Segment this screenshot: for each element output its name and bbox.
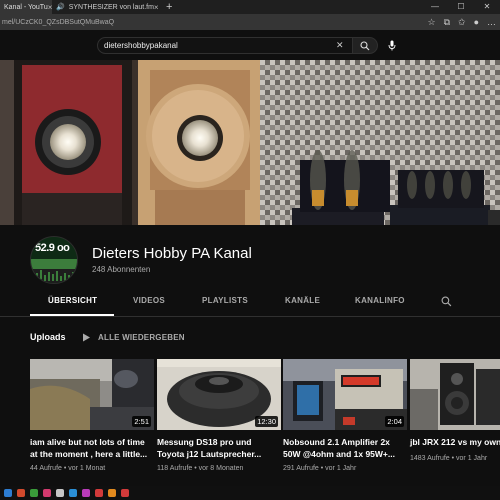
video-meta: 44 Aufrufe • vor 1 Monat	[30, 465, 106, 472]
app-icon[interactable]	[69, 489, 77, 497]
thumbnail-image	[410, 359, 500, 430]
address-bar[interactable]: mel/UCzCK0_QZsDBSutQMuBwaQ	[0, 14, 500, 30]
menu-dots-icon[interactable]: …	[487, 17, 496, 27]
tab-channels[interactable]: KANÄLE	[285, 296, 320, 305]
search-button[interactable]	[352, 37, 378, 54]
video-title-line: Messung DS18 pro und	[157, 437, 252, 447]
channel-name: Dieters Hobby PA Kanal	[92, 245, 252, 262]
subscriber-count: 248 Abonnenten	[92, 265, 151, 274]
browser-tab-youtube[interactable]: Kanal - YouTu ×	[0, 0, 52, 14]
video-title[interactable]: jbl JRX 212 vs my own b	[410, 436, 500, 448]
tab-about[interactable]: KANALINFO	[355, 296, 405, 305]
maximize-button[interactable]: ☐	[448, 0, 474, 14]
video-title-line: Toyota j12 Lautsprecher...	[157, 449, 262, 459]
app-icon[interactable]	[17, 489, 25, 497]
video-title-line: Nobsound 2.1 Amplifier 2x	[283, 437, 390, 447]
app-icon[interactable]	[95, 489, 103, 497]
collections-icon[interactable]: ⧉	[444, 17, 450, 28]
window-controls: — ☐ ✕	[422, 0, 500, 14]
microphone-icon	[388, 40, 396, 51]
toolbar-icons: ☆ ⧉ ✩ ● …	[428, 14, 497, 30]
channel-search-button[interactable]	[441, 294, 452, 312]
browser-tab-synthesizer[interactable]: 🔊 SYNTHESIZER von laut.fm ×	[52, 0, 162, 14]
search-icon	[360, 40, 370, 50]
video-thumbnail[interactable]: 2:04	[283, 359, 407, 430]
video-meta: 291 Aufrufe • vor 1 Jahr	[283, 465, 357, 472]
video-title-line: 50W @4ohm and 1x 95W+...	[283, 449, 395, 459]
video-meta: 118 Aufrufe • vor 8 Monaten	[157, 465, 244, 472]
minimize-button[interactable]: —	[422, 0, 448, 14]
firefox-icon[interactable]	[108, 489, 116, 497]
search-icon	[441, 296, 452, 307]
clear-search-icon[interactable]: ✕	[336, 37, 344, 54]
video-title-line: jbl JRX 212 vs my own b	[410, 437, 500, 447]
channel-avatar[interactable]: 52.9 oo	[30, 236, 78, 284]
browser-window: Kanal - YouTu × 🔊 SYNTHESIZER von laut.f…	[0, 0, 500, 500]
video-duration: 2:51	[132, 416, 151, 427]
app-icon[interactable]	[43, 489, 51, 497]
video-duration: 2:04	[385, 416, 404, 427]
play-all-button[interactable]: ALLE WIEDERGEBEN	[98, 333, 185, 342]
app-icon[interactable]	[56, 489, 64, 497]
app-icon[interactable]	[30, 489, 38, 497]
favorites-icon[interactable]: ✩	[458, 17, 466, 28]
address-text: mel/UCzCK0_QZsDBSutQMuBwaQ	[2, 18, 115, 26]
video-title-line: at the moment , here a little...	[30, 449, 148, 459]
tab-title: Kanal - YouTu	[4, 3, 48, 11]
app-icon[interactable]	[121, 489, 129, 497]
app-icon[interactable]	[82, 489, 90, 497]
channel-banner	[0, 60, 500, 225]
tabs-divider	[0, 316, 500, 317]
favorite-star-icon[interactable]: ☆	[428, 17, 436, 28]
video-thumbnail[interactable]: 12:30	[157, 359, 281, 430]
video-title[interactable]: Nobsound 2.1 Amplifier 2x 50W @4ohm and …	[283, 436, 395, 460]
voice-search-button[interactable]	[384, 37, 400, 54]
video-title[interactable]: Messung DS18 pro und Toyota j12 Lautspre…	[157, 436, 261, 460]
video-duration: 12:30	[255, 416, 278, 427]
taskbar	[0, 486, 500, 500]
speaker-icon[interactable]: 🔊	[56, 3, 65, 11]
search-input[interactable]: dietershobbypakanal	[97, 37, 353, 54]
banner-image	[0, 60, 500, 225]
windows-start-icon[interactable]	[4, 489, 12, 497]
avatar-text: 52.9 oo	[35, 242, 70, 254]
play-icon[interactable]	[82, 333, 91, 342]
video-thumbnail[interactable]: 2:51	[30, 359, 154, 430]
tab-playlists[interactable]: PLAYLISTS	[202, 296, 248, 305]
profile-icon[interactable]: ●	[474, 17, 479, 27]
tab-overview[interactable]: ÜBERSICHT	[48, 296, 97, 305]
close-icon[interactable]: ×	[154, 3, 159, 12]
new-tab-button[interactable]: +	[166, 1, 172, 13]
uploads-heading[interactable]: Uploads	[30, 332, 66, 342]
tab-title: SYNTHESIZER von laut.fm	[68, 3, 154, 11]
video-title[interactable]: iam alive but not lots of time at the mo…	[30, 436, 147, 460]
window-close-button[interactable]: ✕	[474, 0, 500, 14]
video-meta: 1483 Aufrufe • vor 1 Jahr	[410, 455, 488, 462]
tab-videos[interactable]: VIDEOS	[133, 296, 165, 305]
video-title-line: iam alive but not lots of time	[30, 437, 145, 447]
video-thumbnail[interactable]	[410, 359, 500, 430]
